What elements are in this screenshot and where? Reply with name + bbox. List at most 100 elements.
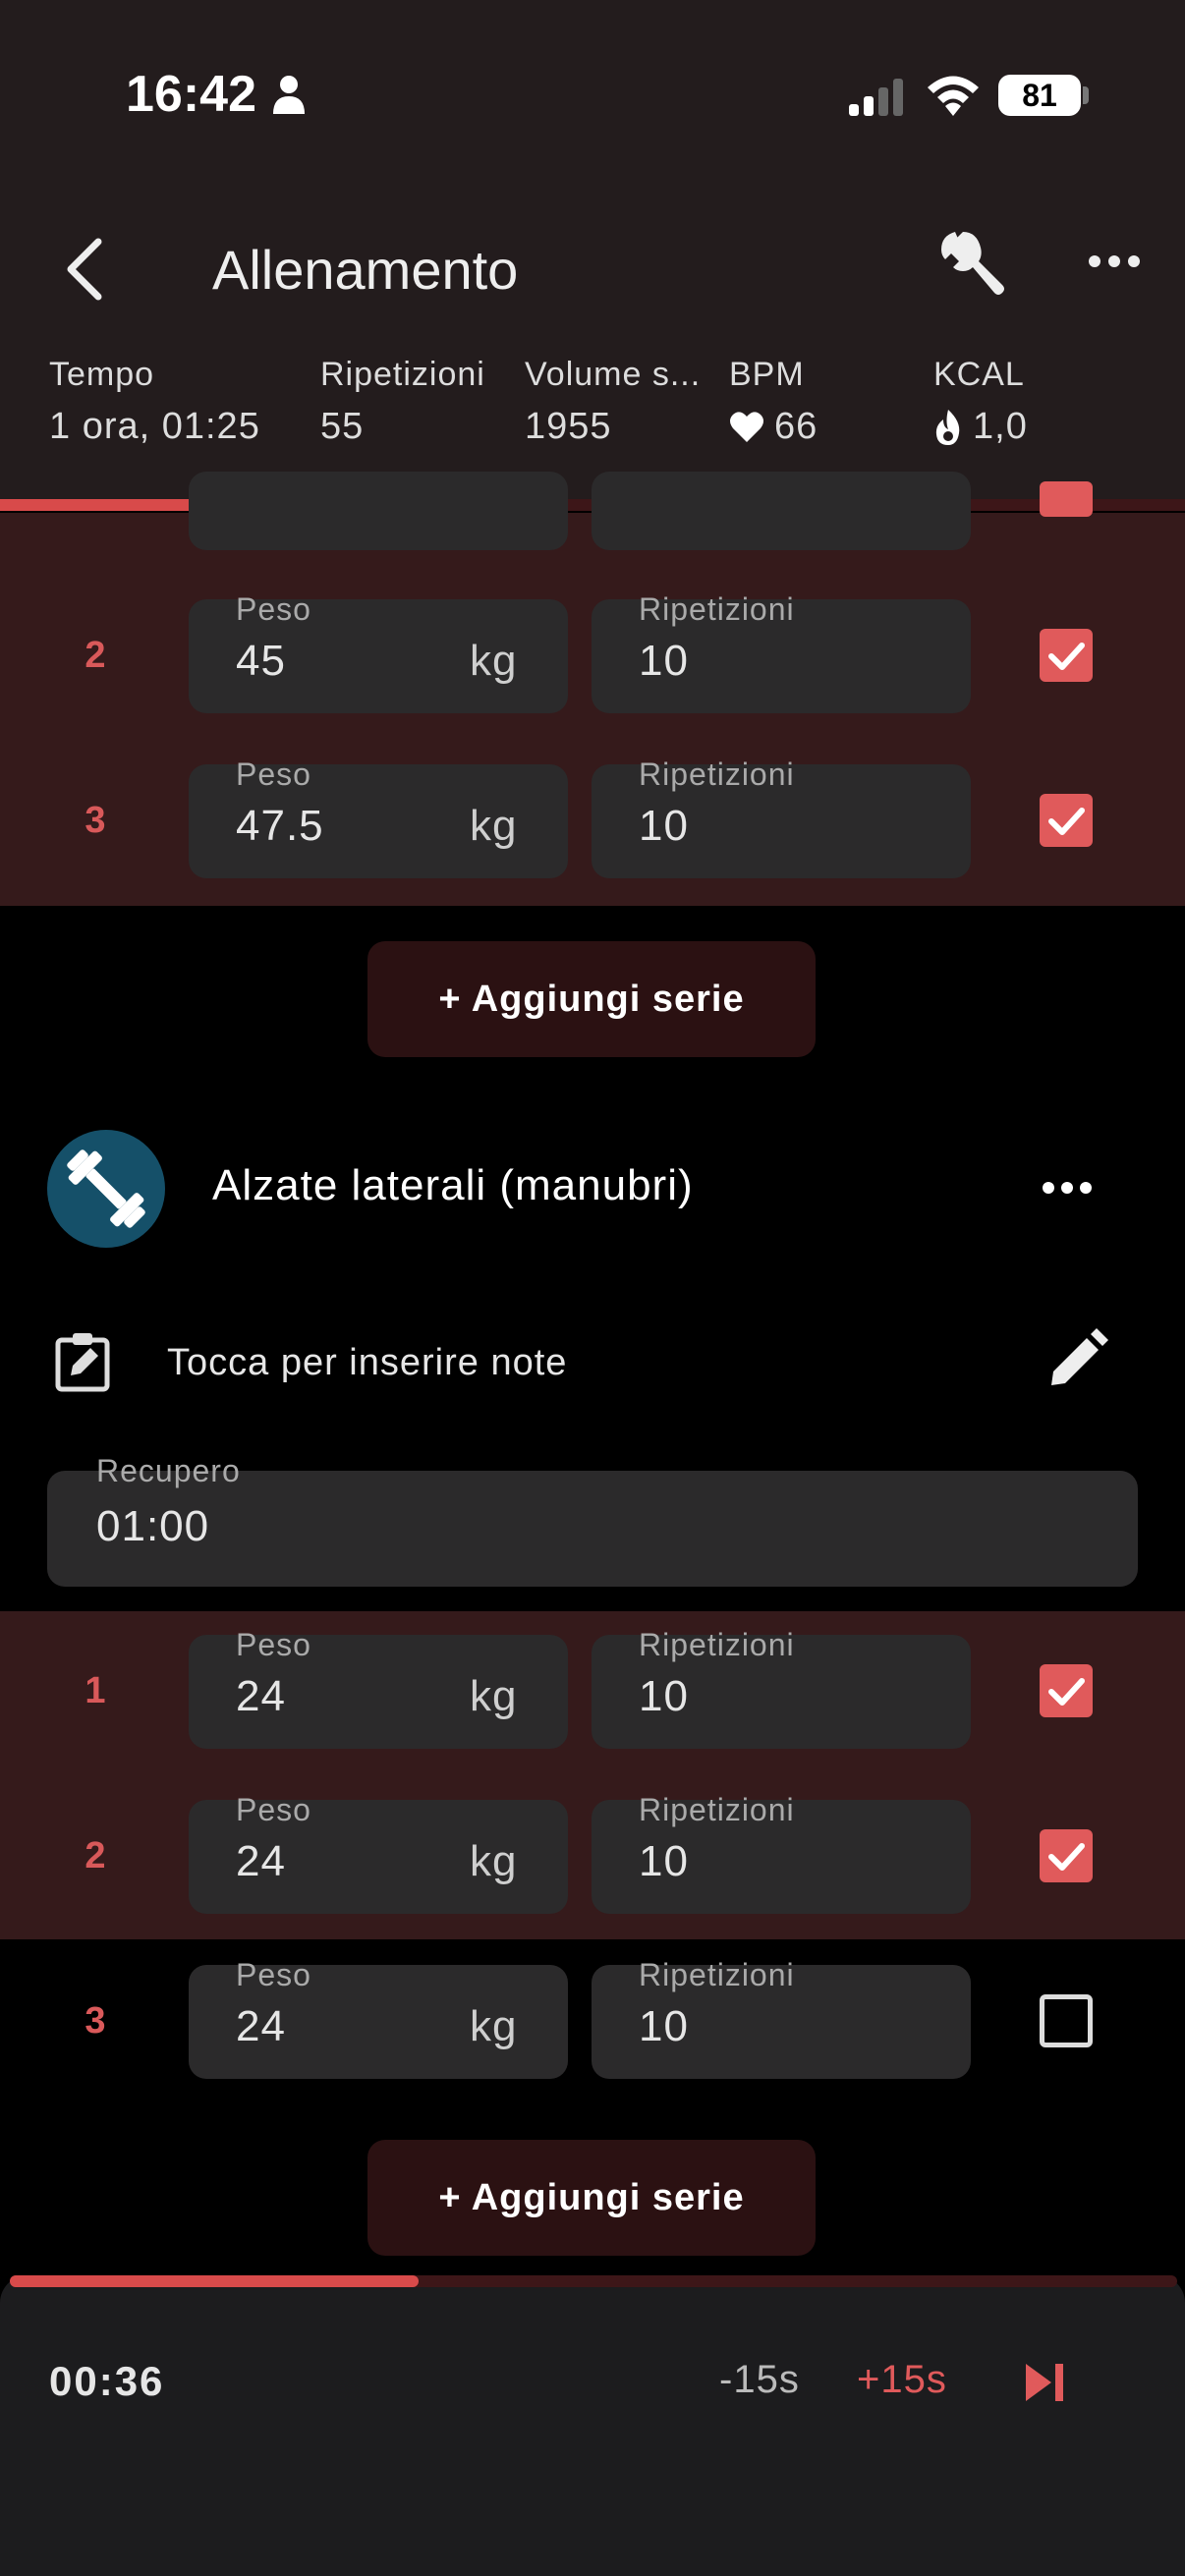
set-number: 3	[85, 2000, 106, 2042]
stat-label: Tempo	[49, 356, 155, 393]
stat-bpm: BPM 66	[729, 356, 818, 448]
weight-unit: kg	[470, 1837, 518, 1885]
more-options-icon[interactable]	[1087, 250, 1142, 273]
stat-value: 1 ora, 01:25	[49, 406, 260, 447]
person-icon	[273, 76, 305, 114]
reps-field[interactable]: Ripetizioni 10	[592, 756, 971, 878]
reps-field[interactable]: Ripetizioni 10	[592, 1627, 971, 1749]
check-icon	[1048, 643, 1085, 670]
pencil-icon[interactable]	[1045, 1328, 1108, 1391]
back-arrow-icon[interactable]	[55, 230, 114, 308]
reps-label: Ripetizioni	[639, 591, 795, 627]
status-bar: 16:42 81	[0, 0, 1185, 187]
add-set-button[interactable]: + Aggiungi serie	[367, 941, 816, 1057]
weight-value: 45	[236, 637, 286, 685]
set-number: 3	[85, 800, 106, 841]
reps-field[interactable]: Ripetizioni 10	[592, 591, 971, 713]
weight-field[interactable]: Peso 45 kg	[189, 591, 568, 713]
rest-timer-progress-bar	[10, 2275, 1177, 2287]
stat-value: 1955	[525, 406, 612, 447]
set-row: 3 Peso 24 kg Ripetizioni 10	[0, 1939, 1185, 2104]
weight-unit: kg	[470, 2002, 518, 2050]
flame-icon	[935, 409, 960, 445]
exercise-avatar[interactable]	[47, 1130, 165, 1248]
weight-field[interactable]: Peso 24 kg	[189, 1957, 568, 2079]
stat-label: KCAL	[933, 356, 1025, 393]
weight-value: 24	[236, 1672, 286, 1720]
wrench-icon[interactable]	[933, 226, 1004, 301]
stat-label: BPM	[729, 356, 805, 393]
weight-unit: kg	[470, 637, 518, 685]
weight-label: Peso	[236, 591, 311, 627]
wifi-icon	[928, 76, 979, 116]
reps-label: Ripetizioni	[639, 1627, 795, 1662]
stat-label: Volume s...	[525, 356, 702, 393]
set-number: 2	[85, 1835, 106, 1876]
weight-value: 47.5	[236, 802, 324, 850]
rest-label: Recupero	[96, 1453, 241, 1488]
stat-time: Tempo 1 ora, 01:25	[49, 356, 260, 448]
stat-value: 55	[320, 406, 365, 447]
battery-cap	[1083, 86, 1089, 104]
cellular-signal-icon	[849, 79, 903, 116]
reps-value: 10	[639, 1672, 689, 1720]
minus-15s-button[interactable]: -15s	[719, 2358, 800, 2402]
check-icon	[1048, 1678, 1085, 1706]
set-number: 2	[85, 635, 106, 676]
check-icon	[1048, 808, 1085, 835]
check-icon	[1048, 1843, 1085, 1871]
stat-kcal: KCAL 1,0	[933, 356, 1028, 448]
reps-field[interactable]: Ripetizioni 10	[592, 1792, 971, 1914]
weight-label: Peso	[236, 1627, 311, 1662]
reps-value: 10	[639, 1837, 689, 1885]
rest-timer-progress-fill	[10, 2275, 419, 2287]
workout-header: Allenamento Tempo 1 ora, 01:25 Ripetizio…	[0, 187, 1185, 511]
battery-indicator: 81	[998, 75, 1081, 116]
add-set-button[interactable]: + Aggiungi serie	[367, 2140, 816, 2256]
clipboard-edit-icon	[55, 1333, 110, 1392]
set-done-checkbox[interactable]	[1040, 1829, 1093, 1882]
weight-label: Peso	[236, 756, 311, 792]
dumbbell-icon	[67, 1149, 145, 1228]
stat-value: 1,0	[973, 406, 1028, 447]
reps-label: Ripetizioni	[639, 1792, 795, 1827]
set-done-checkbox[interactable]	[1040, 629, 1093, 682]
reps-value: 10	[639, 802, 689, 850]
stat-volume: Volume s... 1955	[525, 356, 701, 448]
weight-value: 24	[236, 1837, 286, 1885]
set-done-checkbox[interactable]	[1040, 794, 1093, 847]
weight-label: Peso	[236, 1792, 311, 1827]
rest-time-field[interactable]: Recupero 01:00	[47, 1453, 1138, 1587]
set-done-checkbox[interactable]	[1040, 1994, 1093, 2047]
stat-label: Ripetizioni	[320, 356, 485, 393]
weight-unit: kg	[470, 802, 518, 850]
exercise-more-icon[interactable]	[1042, 1177, 1093, 1199]
weight-field[interactable]: Peso 47.5 kg	[189, 756, 568, 878]
status-time: 16:42	[126, 66, 256, 123]
reps-label: Ripetizioni	[639, 756, 795, 792]
exercise-title[interactable]: Alzate laterali (manubri)	[212, 1161, 694, 1210]
reps-field-partial	[592, 472, 971, 550]
weight-field[interactable]: Peso 24 kg	[189, 1627, 568, 1749]
set-row: 1 Peso 24 kg Ripetizioni 10	[0, 1609, 1185, 1774]
set-number: 1	[85, 1670, 106, 1711]
rest-value: 01:00	[96, 1502, 210, 1550]
stat-value: 66	[774, 406, 818, 447]
reps-value: 10	[639, 637, 689, 685]
reps-value: 10	[639, 2002, 689, 2050]
rest-timer-panel	[0, 2275, 1185, 2576]
reps-field[interactable]: Ripetizioni 10	[592, 1957, 971, 2079]
plus-15s-button[interactable]: +15s	[857, 2358, 947, 2402]
reps-label: Ripetizioni	[639, 1957, 795, 1992]
page-title: Allenamento	[212, 239, 519, 301]
set-row: 2 Peso 45 kg Ripetizioni 10	[0, 574, 1185, 739]
weight-field[interactable]: Peso 24 kg	[189, 1792, 568, 1914]
set-row: 2 Peso 24 kg Ripetizioni 10	[0, 1774, 1185, 1939]
notes-input[interactable]: Tocca per inserire note	[167, 1342, 567, 1384]
skip-next-icon[interactable]	[1022, 2360, 1067, 2405]
set-row: 3 Peso 47.5 kg Ripetizioni 10	[0, 739, 1185, 904]
heart-icon	[730, 411, 763, 442]
set-done-checkbox[interactable]	[1040, 1664, 1093, 1717]
stat-reps: Ripetizioni 55	[320, 356, 485, 448]
set-checkbox-partial	[1040, 481, 1093, 517]
